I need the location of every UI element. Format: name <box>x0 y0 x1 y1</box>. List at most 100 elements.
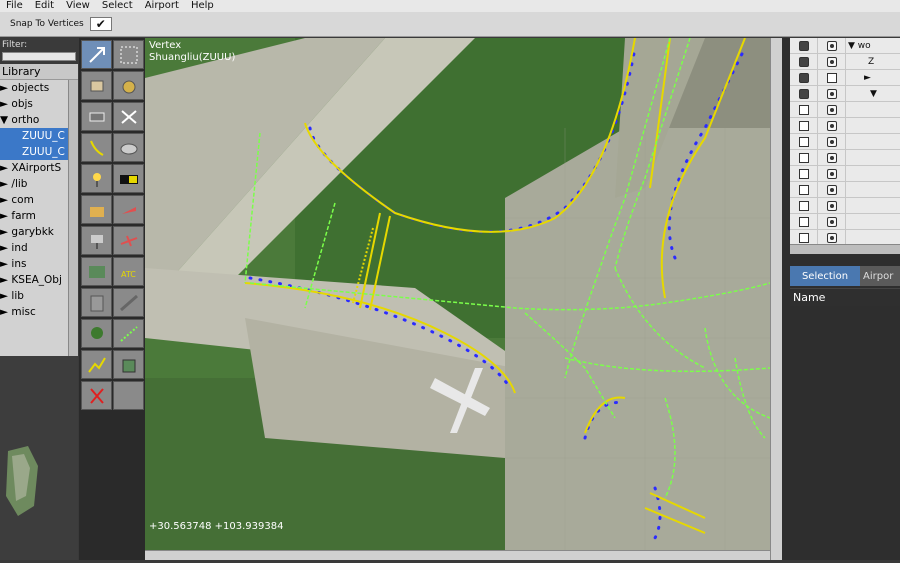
library-item[interactable]: ► ind <box>0 240 78 256</box>
eye-icon[interactable] <box>826 88 837 99</box>
eye-icon[interactable] <box>826 232 837 243</box>
eye-icon[interactable] <box>826 104 837 115</box>
marquee-tool-button[interactable] <box>113 40 144 69</box>
eye-icon[interactable] <box>826 152 837 163</box>
library-item[interactable]: ► lib <box>0 288 78 304</box>
document-icon[interactable] <box>798 136 809 147</box>
menu-help[interactable]: Help <box>185 0 220 12</box>
menu-airport[interactable]: Airport <box>139 0 185 12</box>
facade-wall-tool-button[interactable] <box>81 288 112 317</box>
line-tool-button[interactable] <box>113 319 144 348</box>
facade-tool-button[interactable] <box>113 71 144 100</box>
eye-icon[interactable] <box>826 184 837 195</box>
hierarchy-row[interactable] <box>790 229 900 244</box>
right-panel: ▼ wo Z ► ▼ Selection Airpor Name <box>782 38 900 560</box>
hierarchy-row[interactable] <box>790 181 900 198</box>
menu-file[interactable]: File <box>0 0 29 12</box>
library-item[interactable]: ► /lib <box>0 176 78 192</box>
document-icon[interactable] <box>798 168 809 179</box>
vertex-tool-button[interactable] <box>81 40 112 69</box>
sealane-tool-button[interactable] <box>113 102 144 131</box>
road-tool-button[interactable] <box>113 288 144 317</box>
exclusion-tool-button[interactable] <box>81 381 112 410</box>
object-tool-button[interactable] <box>81 71 112 100</box>
lock-icon[interactable] <box>798 56 809 67</box>
document-icon[interactable] <box>798 216 809 227</box>
lock-icon[interactable] <box>798 72 809 83</box>
hierarchy-row[interactable] <box>790 213 900 230</box>
library-scrollbar[interactable] <box>68 80 78 356</box>
document-icon[interactable] <box>798 120 809 131</box>
map-vertical-scrollbar[interactable] <box>770 38 782 560</box>
eye-icon[interactable] <box>826 136 837 147</box>
library-item[interactable]: ► misc <box>0 304 78 320</box>
hierarchy-row[interactable]: ▼ wo <box>790 38 900 54</box>
map-view[interactable]: Vertex Shuangliu(ZUUU) +30.563748 +103.9… <box>145 38 770 550</box>
hierarchy-row[interactable] <box>790 197 900 214</box>
library-item[interactable]: ► garybkk <box>0 224 78 240</box>
document-icon[interactable] <box>798 200 809 211</box>
hierarchy-row[interactable] <box>790 117 900 134</box>
tab-airport[interactable]: Airpor <box>860 266 900 286</box>
hierarchy-row[interactable]: Z <box>790 53 900 70</box>
library-item[interactable]: ► KSEA_Obj <box>0 272 78 288</box>
lock-icon[interactable] <box>798 40 809 51</box>
hierarchy-row[interactable] <box>790 133 900 150</box>
document-icon[interactable] <box>798 184 809 195</box>
filter-input[interactable] <box>2 52 76 61</box>
eye-icon[interactable] <box>826 168 837 179</box>
hierarchy-row[interactable] <box>790 165 900 182</box>
menu-view[interactable]: View <box>60 0 96 12</box>
library-item-selected[interactable]: ZUUU_C <box>0 128 78 144</box>
runway-tool-button[interactable] <box>81 102 112 131</box>
draped-polygon-tool-button[interactable] <box>113 350 144 379</box>
eye-icon[interactable] <box>826 200 837 211</box>
eye-icon[interactable] <box>826 120 837 131</box>
forest-tool-button[interactable] <box>81 319 112 348</box>
library-item[interactable]: ► objects <box>0 80 78 96</box>
library-item[interactable]: ► objs <box>0 96 78 112</box>
hangar-tool-button[interactable] <box>81 195 112 224</box>
library-item[interactable]: ► ins <box>0 256 78 272</box>
svg-text:ATC: ATC <box>121 270 136 279</box>
menu-select[interactable]: Select <box>96 0 139 12</box>
library-item[interactable]: ► XAirportS <box>0 160 78 176</box>
tab-selection[interactable]: Selection <box>790 266 860 286</box>
helipad-tool-button[interactable] <box>113 133 144 162</box>
hidden-eye-icon[interactable] <box>826 72 837 83</box>
hierarchy-row[interactable] <box>790 149 900 166</box>
atc-tool-button[interactable]: ATC <box>113 257 144 286</box>
library-item[interactable]: ► farm <box>0 208 78 224</box>
snap-to-vertices-checkbox[interactable]: ✔ <box>89 17 112 31</box>
eye-icon[interactable] <box>826 40 837 51</box>
hierarchy-row[interactable]: ▼ <box>790 85 900 102</box>
boundary-tool-button[interactable] <box>81 257 112 286</box>
map-horizontal-scrollbar[interactable] <box>145 550 770 560</box>
preview-pane <box>0 356 78 560</box>
ramp-start-tool-button[interactable] <box>113 226 144 255</box>
light-tool-button[interactable] <box>81 164 112 193</box>
sign-tool-button[interactable] <box>113 164 144 193</box>
toolbar: Snap To Vertices ✔ <box>0 12 900 37</box>
hierarchy-horizontal-scrollbar[interactable] <box>790 244 900 254</box>
library-item[interactable]: ▼ ortho <box>0 112 78 128</box>
taxiway-tool-button[interactable] <box>81 133 112 162</box>
document-icon[interactable] <box>798 104 809 115</box>
library-item[interactable]: ► com <box>0 192 78 208</box>
taxiway-icon <box>89 140 103 156</box>
map-canvas[interactable] <box>145 38 770 550</box>
polyline-icon <box>87 356 106 373</box>
document-icon[interactable] <box>798 152 809 163</box>
library-item-selected[interactable]: ZUUU_C <box>0 144 78 160</box>
string-tool-button[interactable] <box>81 350 112 379</box>
windsock-tool-button[interactable] <box>113 195 144 224</box>
eye-icon[interactable] <box>826 56 837 67</box>
beacon-tool-button[interactable] <box>81 226 112 255</box>
document-icon[interactable] <box>798 232 809 243</box>
lock-icon[interactable] <box>798 88 809 99</box>
menu-edit[interactable]: Edit <box>29 0 60 12</box>
cursor-coordinates: +30.563748 +103.939384 <box>149 521 284 532</box>
eye-icon[interactable] <box>826 216 837 227</box>
hierarchy-row[interactable]: ► <box>790 69 900 86</box>
hierarchy-row[interactable] <box>790 101 900 118</box>
